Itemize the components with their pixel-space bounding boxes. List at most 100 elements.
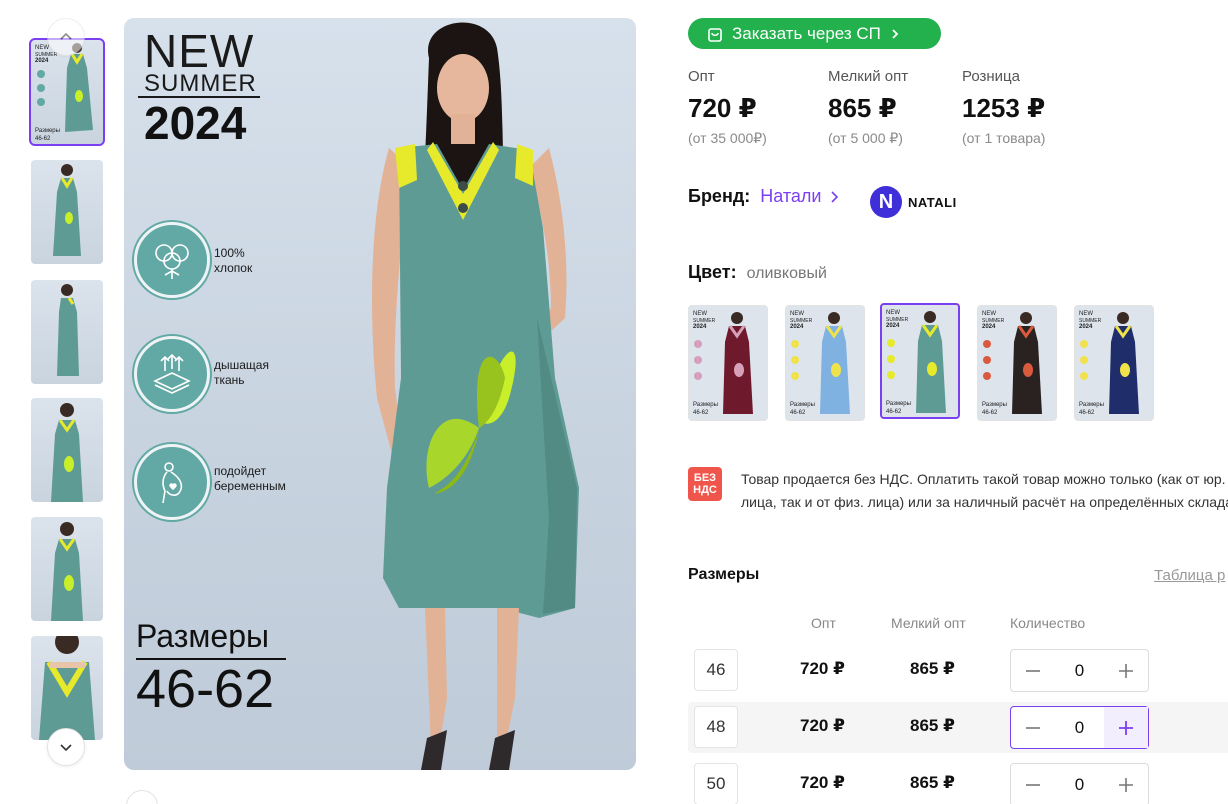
thumbnail-6[interactable] — [31, 636, 103, 740]
svg-text:2024: 2024 — [35, 58, 49, 64]
svg-text:2024: 2024 — [790, 324, 804, 330]
table-row: 46 720 ₽ 865 ₽ 0 — [688, 645, 1228, 696]
quantity-stepper: 0 — [1010, 763, 1149, 804]
decrement-button[interactable] — [1011, 650, 1055, 691]
cotton-icon — [134, 222, 210, 298]
quantity-value[interactable]: 0 — [1055, 718, 1104, 738]
price-retail-note: (от 1 товара) — [962, 130, 1046, 146]
bottom-action-button[interactable] — [126, 790, 158, 804]
feature-breathable-label: дышащая ткань — [214, 358, 269, 388]
color-label: Цвет: — [688, 262, 737, 282]
decrement-button[interactable] — [1011, 764, 1055, 804]
feature-pregnant-label: подойдет беременным — [214, 464, 286, 494]
price-opt: Опт 720 ₽ (от 35 000₽) — [688, 68, 767, 147]
svg-text:Размеры: Размеры — [693, 402, 718, 408]
increment-button[interactable] — [1104, 764, 1148, 804]
color-swatch-black-floral[interactable]: NEW SUMMER 2024 Размеры 46-62 — [977, 305, 1057, 421]
image-sizes-title: Размеры — [136, 618, 269, 654]
decrement-button[interactable] — [1011, 707, 1055, 748]
feature-cotton-line-1: 100% — [214, 246, 245, 260]
thumbnails-up-button[interactable] — [47, 18, 85, 56]
thumbnail-4[interactable] — [31, 398, 103, 502]
thumbnail-image — [39, 636, 95, 740]
thumbnail-image — [51, 403, 83, 502]
thumbnail-image — [57, 284, 79, 376]
chevron-down-icon — [60, 744, 72, 752]
color-swatch-light-blue[interactable]: NEW SUMMER 2024 Размеры 46-62 — [785, 305, 865, 421]
feature-pregnant-line-2: беременным — [214, 479, 286, 493]
thumbnail-image — [53, 164, 81, 256]
price-retail: Розница 1253 ₽ (от 1 товара) — [962, 68, 1045, 146]
thumbnail-5[interactable] — [31, 517, 103, 621]
svg-text:Размеры: Размеры — [35, 128, 60, 134]
order-via-sp-label: Заказать через СП — [732, 23, 881, 43]
thumbnail-2[interactable] — [31, 160, 103, 264]
swatch-image: NEWSUMMER2024Размеры46-62 — [693, 311, 753, 416]
quantity-value[interactable]: 0 — [1055, 775, 1104, 795]
swatch-image: NEWSUMMER2024Размеры46-62 — [790, 311, 850, 416]
svg-text:Размеры: Размеры — [886, 401, 911, 407]
main-product-image[interactable]: NEW SUMMER 2024 100% хлопок дышащая ткан… — [124, 18, 636, 770]
price-small-opt-note: (от 5 000 ₽) — [828, 130, 903, 146]
thumbnail-3[interactable] — [31, 280, 103, 384]
model-illustration — [372, 22, 579, 770]
svg-text:46-62: 46-62 — [886, 409, 902, 415]
price-small-opt: Мелкий опт 865 ₽ (от 5 000 ₽) — [828, 68, 908, 147]
svg-text:46-62: 46-62 — [1079, 410, 1095, 416]
svg-text:46-62: 46-62 — [35, 136, 51, 142]
price-small-opt-value: 865 ₽ — [828, 93, 897, 123]
plus-icon — [1119, 777, 1133, 792]
table-row: 50 720 ₽ 865 ₽ 0 — [688, 759, 1228, 804]
chevron-up-icon — [60, 32, 72, 40]
row-small-opt-price: 865 ₽ — [910, 659, 955, 678]
svg-text:46-62: 46-62 — [982, 410, 998, 416]
feature-cotton-line-2: хлопок — [214, 261, 253, 275]
size-chart-link[interactable]: Таблица р — [1154, 567, 1225, 584]
table-row: 48 720 ₽ 865 ₽ 0 — [688, 702, 1228, 753]
pregnant-icon — [134, 444, 210, 520]
size-label: 46 — [694, 649, 738, 691]
quantity-value[interactable]: 0 — [1055, 661, 1104, 681]
quantity-stepper: 0 — [1010, 706, 1149, 749]
chevron-right-icon — [831, 190, 839, 203]
svg-text:NEW: NEW — [1079, 311, 1093, 317]
row-opt-price: 720 ₽ — [800, 659, 845, 678]
minus-icon — [1026, 726, 1040, 729]
price-retail-label: Розница — [962, 68, 1020, 85]
product-info-panel: Заказать через СП Опт 720 ₽ (от 35 000₽)… — [688, 0, 1228, 804]
no-vat-badge-icon: БЕЗ НДС — [688, 467, 722, 501]
thumbnails-down-button[interactable] — [47, 728, 85, 766]
row-small-opt-price: 865 ₽ — [910, 773, 955, 792]
size-label: 48 — [694, 706, 738, 748]
svg-text:46-62: 46-62 — [693, 410, 709, 416]
svg-text:NEW: NEW — [886, 310, 900, 316]
plus-icon — [1119, 663, 1133, 678]
header-quantity: Количество — [1010, 615, 1086, 631]
increment-button[interactable] — [1104, 650, 1148, 691]
svg-text:NEW: NEW — [790, 311, 804, 317]
color-swatch-burgundy[interactable]: NEW SUMMER 2024 Размеры 46-62 — [688, 305, 768, 421]
order-via-sp-button[interactable]: Заказать через СП — [688, 18, 941, 49]
brand-link[interactable]: Натали — [760, 186, 821, 207]
svg-text:46-62: 46-62 — [790, 410, 806, 416]
brand-row: Бренд: Натали — [688, 186, 841, 207]
sizes-title: Размеры — [688, 566, 760, 583]
brand-logo[interactable]: N NATALI — [870, 186, 957, 218]
price-retail-value: 1253 ₽ — [962, 93, 1046, 123]
swatch-image: NEWSUMMER2024Размеры46-62 — [982, 311, 1042, 416]
color-swatch-olive[interactable]: NEW SUMMER 2024 Размеры 46-62 — [880, 303, 960, 419]
svg-text:2024: 2024 — [886, 323, 900, 329]
image-sizes-range: 46-62 — [136, 659, 275, 719]
row-small-opt-price: 865 ₽ — [910, 716, 955, 735]
promo-summer: SUMMER — [144, 70, 257, 97]
brand-logo-text: NATALI — [908, 194, 957, 210]
size-label: 50 — [694, 763, 738, 804]
minus-icon — [1026, 783, 1040, 786]
brand-label: Бренд: — [688, 186, 751, 206]
svg-text:2024: 2024 — [693, 324, 707, 330]
price-small-opt-label: Мелкий опт — [828, 68, 909, 85]
color-swatch-navy[interactable]: NEW SUMMER 2024 Размеры 46-62 — [1074, 305, 1154, 421]
svg-text:2024: 2024 — [982, 324, 996, 330]
quantity-stepper: 0 — [1010, 649, 1149, 692]
increment-button[interactable] — [1104, 707, 1148, 748]
